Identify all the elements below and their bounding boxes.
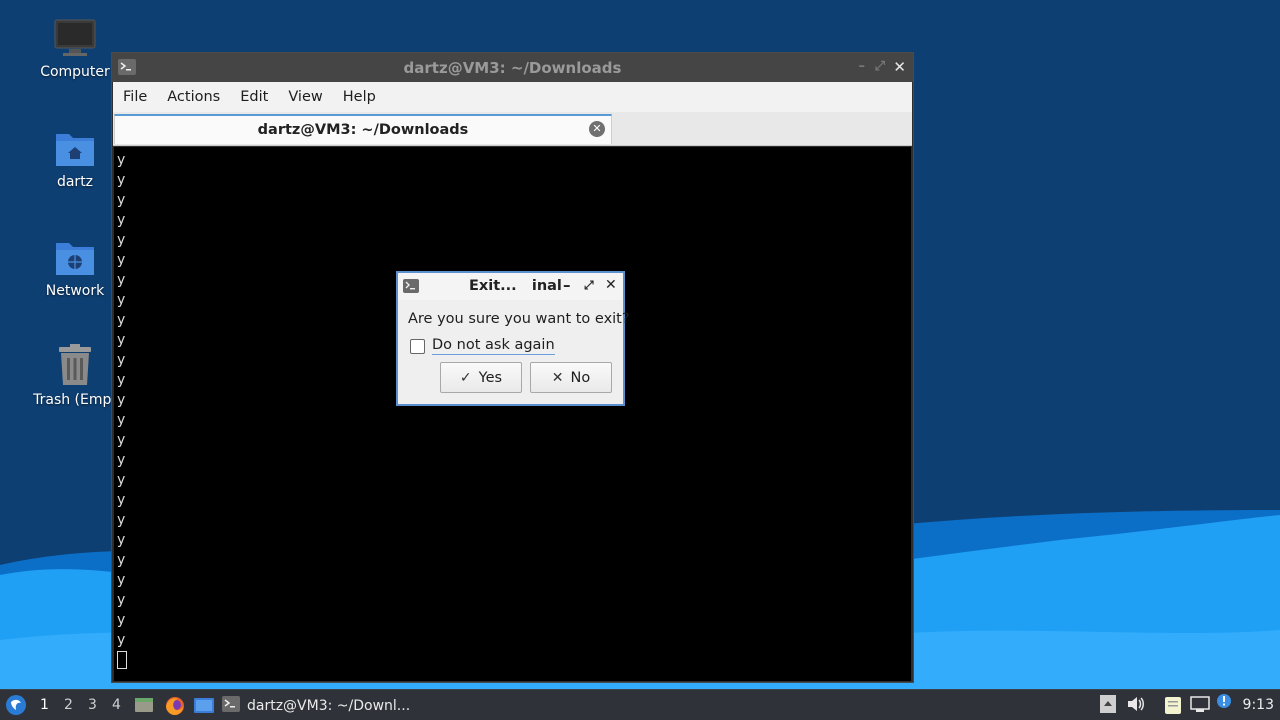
terminal-line: y [117,232,126,248]
menu-edit[interactable]: Edit [240,89,268,105]
workspace-1[interactable]: 1 [40,697,49,713]
maximize-icon[interactable]: ⤢ [875,59,885,74]
dialog-message: Are you sure you want to exit? [408,311,630,327]
terminal-line: y [117,472,126,488]
terminal-line: y [117,412,126,428]
terminal-line: y [117,632,126,648]
network-status-icon[interactable] [1190,695,1210,717]
do-not-ask-row[interactable]: Do not ask again [410,337,555,355]
no-button[interactable]: ✕ No [530,362,612,393]
notification-icon[interactable] [1216,693,1232,713]
minimize-icon[interactable]: – [859,59,866,74]
taskbar-task-label: dartz@VM3: ~/Downl... [247,697,411,714]
terminal-line: y [117,252,126,268]
terminal-line: y [117,572,126,588]
terminal-app-icon [222,695,240,716]
terminal-tab[interactable]: dartz@VM3: ~/Downloads ✕ [114,114,612,144]
workspace-2[interactable]: 2 [64,697,73,713]
tray-expand-icon[interactable] [1100,695,1116,717]
terminal-line: y [117,192,126,208]
start-menu-icon[interactable] [5,694,27,720]
terminal-line: y [117,612,126,628]
menu-actions[interactable]: Actions [167,89,220,105]
do-not-ask-checkbox[interactable] [410,338,425,354]
terminal-line: y [117,172,126,188]
workspace-4[interactable]: 4 [112,697,121,713]
terminal-output[interactable]: yyyyyyyyyyyyyyyyyyyyyyyyy [114,147,911,681]
dialog-titlebar[interactable]: Exit... inal – ⤢ ✕ [398,273,623,300]
trash-icon [59,344,91,385]
show-desktop-icon[interactable] [193,695,215,719]
checkmark-icon: ✓ [459,369,472,386]
network-folder-icon [56,243,94,275]
desktop-icon-label: Trash (Empt [33,392,117,408]
file-manager-icon[interactable] [134,695,154,719]
terminal-line: y [117,492,126,508]
terminal-line: y [117,592,126,608]
volume-icon[interactable] [1126,695,1146,717]
taskbar-clock: 9:13 [1242,697,1274,713]
taskbar-terminal-task[interactable]: dartz@VM3: ~/Downl... [222,692,418,719]
menu-file[interactable]: File [123,89,147,105]
workspace-3[interactable]: 3 [88,697,97,713]
terminal-tab-title: dartz@VM3: ~/Downloads [257,122,469,138]
terminal-titlebar[interactable]: dartz@VM3: ~/Downloads – ⤢ ✕ [112,53,913,82]
menu-help[interactable]: Help [343,89,376,105]
terminal-line: y [117,512,126,528]
dialog-title: Exit... inal [469,278,562,294]
clipboard-icon[interactable] [1163,695,1183,719]
terminal-line: y [117,452,126,468]
yes-button-label: Yes [478,369,503,386]
terminal-app-icon [118,59,136,79]
computer-icon [54,19,96,56]
terminal-cursor [117,651,127,669]
dialog-minimize-icon[interactable]: – [563,276,571,294]
terminal-app-icon [403,279,419,297]
yes-button[interactable]: ✓ Yes [440,362,522,393]
dialog-close-icon[interactable]: ✕ [605,277,617,293]
taskbar: 1 2 3 4 dartz@VM3: ~/Downl... 9:13 [0,689,1280,720]
terminal-line: y [117,432,126,448]
terminal-window-title: dartz@VM3: ~/Downloads [403,58,622,77]
terminal-line: y [117,212,126,228]
tab-close-icon[interactable]: ✕ [589,121,605,137]
terminal-line: y [117,552,126,568]
firefox-icon[interactable] [164,695,186,720]
dialog-maximize-icon[interactable]: ⤢ [584,278,594,293]
desktop-icon-label: Computer [40,64,110,80]
desktop-icon-label: dartz [56,174,94,190]
do-not-ask-label[interactable]: Do not ask again [432,337,555,355]
terminal-line: y [117,152,126,168]
terminal-line: y [117,532,126,548]
menu-view[interactable]: View [288,89,322,105]
x-icon: ✕ [551,369,564,386]
home-folder-icon [56,134,94,166]
no-button-label: No [570,369,591,386]
desktop-icon-label: Network [45,283,105,299]
exit-dialog[interactable]: Exit... inal – ⤢ ✕ Are you sure you want… [396,271,630,406]
terminal-tabbar: dartz@VM3: ~/Downloads ✕ [113,112,912,146]
close-icon[interactable]: ✕ [893,58,906,76]
terminal-menubar: File Actions Edit View Help [113,82,912,112]
